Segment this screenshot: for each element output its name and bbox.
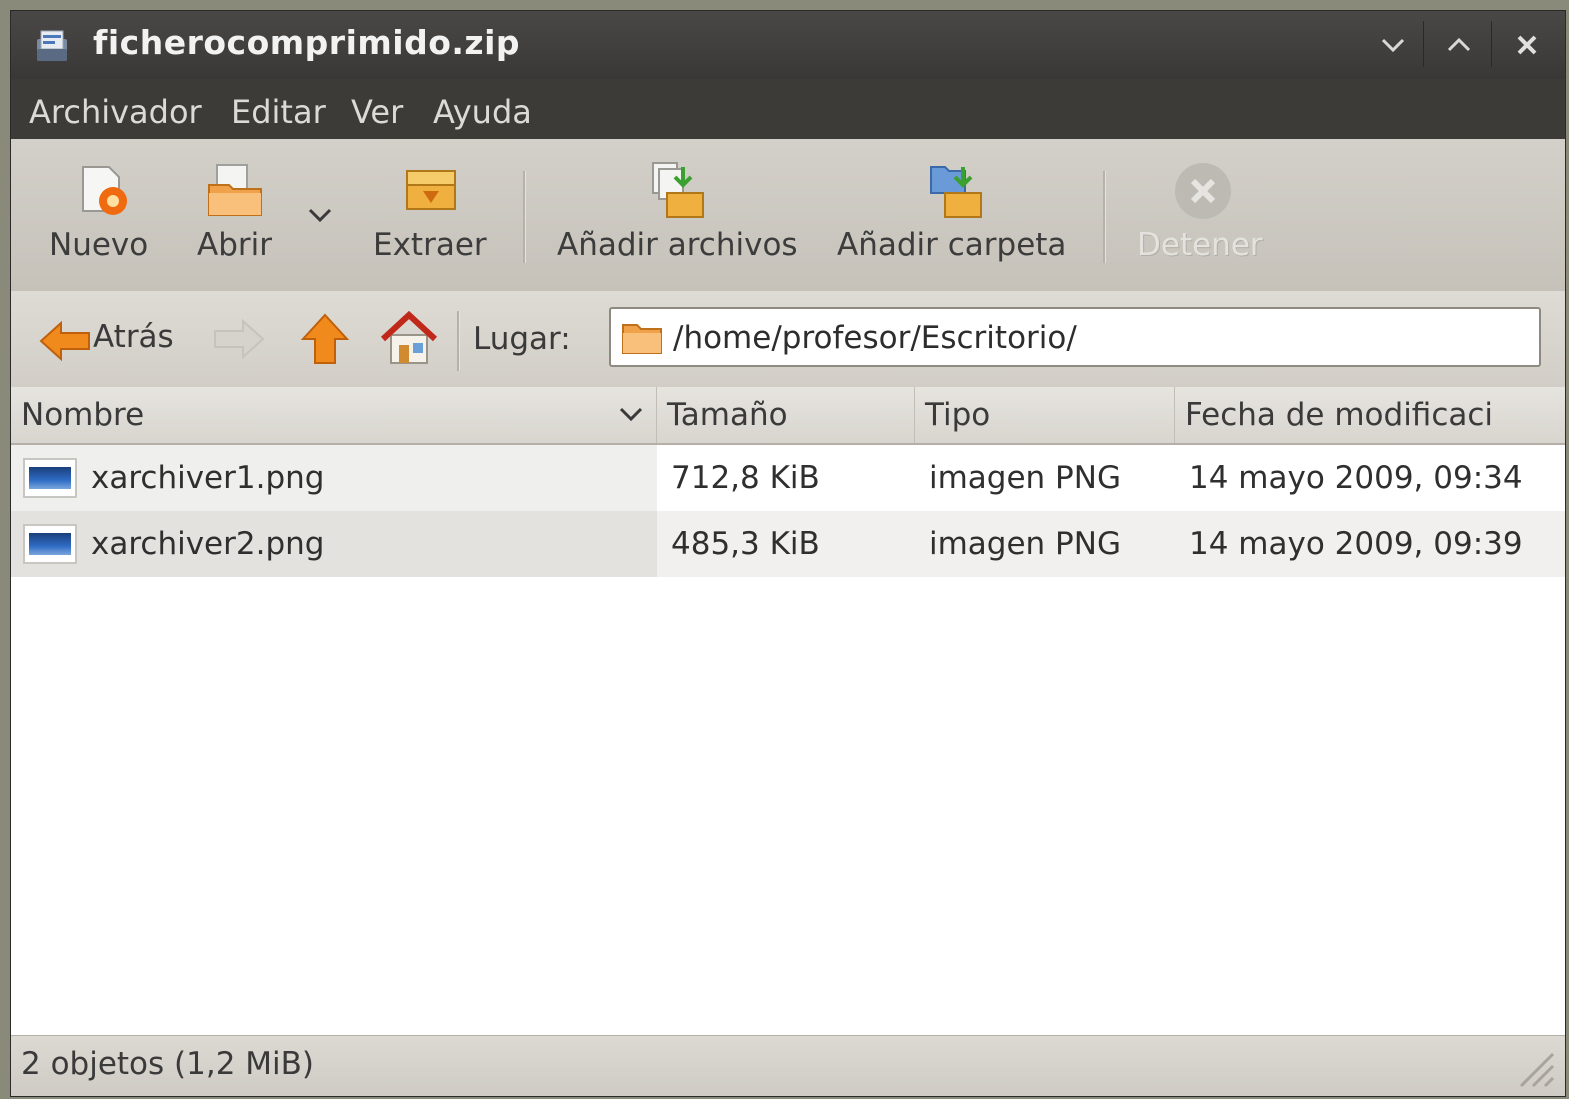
folder-icon bbox=[622, 324, 662, 354]
extract-label: Extraer bbox=[373, 227, 487, 263]
archive-manager-icon bbox=[37, 30, 67, 61]
forward-arrow-icon bbox=[214, 318, 265, 360]
extract-button[interactable]: Extraer bbox=[367, 139, 497, 291]
png-file-icon bbox=[23, 458, 77, 498]
home-button[interactable] bbox=[379, 309, 439, 369]
file-type: imagen PNG bbox=[929, 460, 1121, 496]
close-icon bbox=[1517, 35, 1537, 55]
column-modified-header[interactable]: Fecha de modificaci bbox=[1175, 387, 1565, 443]
file-name: xarchiver2.png bbox=[91, 526, 325, 562]
open-recent-dropdown[interactable] bbox=[301, 139, 341, 291]
home-icon bbox=[380, 310, 438, 364]
chevron-down-icon bbox=[1381, 38, 1405, 53]
add-folder-button[interactable]: Añadir carpeta bbox=[831, 139, 1091, 291]
chevron-up-icon bbox=[1447, 37, 1471, 52]
titlebar-divider bbox=[1491, 21, 1492, 67]
column-type-header[interactable]: Tipo bbox=[915, 387, 1175, 443]
minimize-button[interactable] bbox=[1373, 25, 1413, 65]
png-file-icon bbox=[23, 524, 77, 564]
menu-ver[interactable]: Ver bbox=[351, 93, 403, 131]
column-modified-label: Fecha de modificaci bbox=[1185, 397, 1494, 433]
main-toolbar: Nuevo Abrir Extraer Añadir archivos Añad… bbox=[11, 139, 1565, 292]
stop-label: Detener bbox=[1137, 227, 1263, 263]
resize-grip-icon[interactable] bbox=[1515, 1048, 1555, 1088]
menu-archivador[interactable]: Archivador bbox=[29, 93, 202, 131]
location-bar: Atrás Lugar: /home/profesor/Escritorio/ bbox=[11, 291, 1565, 388]
toolbar-separator bbox=[523, 171, 526, 263]
file-name: xarchiver1.png bbox=[91, 460, 325, 496]
column-type-label: Tipo bbox=[925, 397, 991, 433]
titlebar-divider bbox=[1423, 21, 1424, 67]
location-path: /home/profesor/Escritorio/ bbox=[673, 320, 1077, 356]
new-button[interactable]: Nuevo bbox=[41, 139, 167, 291]
open-button[interactable]: Abrir bbox=[189, 139, 289, 291]
add-files-label: Añadir archivos bbox=[557, 227, 798, 263]
up-button[interactable] bbox=[297, 311, 353, 367]
open-label: Abrir bbox=[197, 227, 272, 263]
file-list-header: Nombre Tamaño Tipo Fecha de modificaci bbox=[11, 387, 1565, 445]
back-label: Atrás bbox=[93, 319, 174, 355]
file-modified: 14 mayo 2009, 09:39 bbox=[1189, 526, 1523, 562]
stop-button[interactable]: Detener bbox=[1131, 139, 1281, 291]
back-arrow-icon bbox=[39, 320, 90, 362]
column-name-label: Nombre bbox=[21, 397, 145, 433]
table-row[interactable]: xarchiver1.png 712,8 KiB imagen PNG 14 m… bbox=[11, 445, 1565, 511]
toolbar-separator bbox=[1103, 171, 1106, 263]
stop-icon bbox=[1175, 163, 1231, 219]
sort-chevron-down-icon bbox=[619, 407, 643, 422]
title-bar[interactable]: ficherocomprimido.zip bbox=[11, 11, 1565, 79]
close-button[interactable] bbox=[1507, 25, 1547, 65]
location-separator bbox=[457, 311, 460, 371]
chevron-down-icon bbox=[308, 208, 332, 223]
location-input[interactable]: /home/profesor/Escritorio/ bbox=[609, 307, 1541, 367]
location-label: Lugar: bbox=[473, 321, 571, 357]
status-bar: 2 objetos (1,2 MiB) bbox=[11, 1035, 1565, 1096]
column-size-header[interactable]: Tamaño bbox=[657, 387, 915, 443]
add-folder-label: Añadir carpeta bbox=[837, 227, 1067, 263]
column-size-label: Tamaño bbox=[667, 397, 788, 433]
new-label: Nuevo bbox=[49, 227, 149, 263]
back-button[interactable]: Atrás bbox=[33, 309, 193, 369]
new-archive-icon bbox=[82, 166, 127, 215]
up-arrow-icon bbox=[300, 313, 350, 364]
file-type: imagen PNG bbox=[929, 526, 1121, 562]
file-modified: 14 mayo 2009, 09:34 bbox=[1189, 460, 1523, 496]
file-size: 712,8 KiB bbox=[671, 460, 820, 496]
menu-ayuda[interactable]: Ayuda bbox=[433, 93, 532, 131]
add-folder-icon bbox=[930, 166, 982, 218]
archive-manager-window: ficherocomprimido.zip Archivador Editar … bbox=[10, 10, 1566, 1097]
maximize-button[interactable] bbox=[1439, 25, 1479, 65]
window-title: ficherocomprimido.zip bbox=[93, 23, 521, 62]
open-folder-icon bbox=[208, 164, 262, 216]
file-size: 485,3 KiB bbox=[671, 526, 820, 562]
add-files-button[interactable]: Añadir archivos bbox=[551, 139, 811, 291]
add-files-icon bbox=[652, 162, 704, 218]
extract-icon bbox=[406, 170, 456, 210]
forward-button[interactable] bbox=[211, 315, 271, 365]
table-row[interactable]: xarchiver2.png 485,3 KiB imagen PNG 14 m… bbox=[11, 511, 1565, 577]
column-name-header[interactable]: Nombre bbox=[11, 387, 657, 443]
menu-bar: Archivador Editar Ver Ayuda bbox=[11, 79, 1565, 139]
status-text: 2 objetos (1,2 MiB) bbox=[21, 1046, 315, 1082]
menu-editar[interactable]: Editar bbox=[231, 93, 326, 131]
